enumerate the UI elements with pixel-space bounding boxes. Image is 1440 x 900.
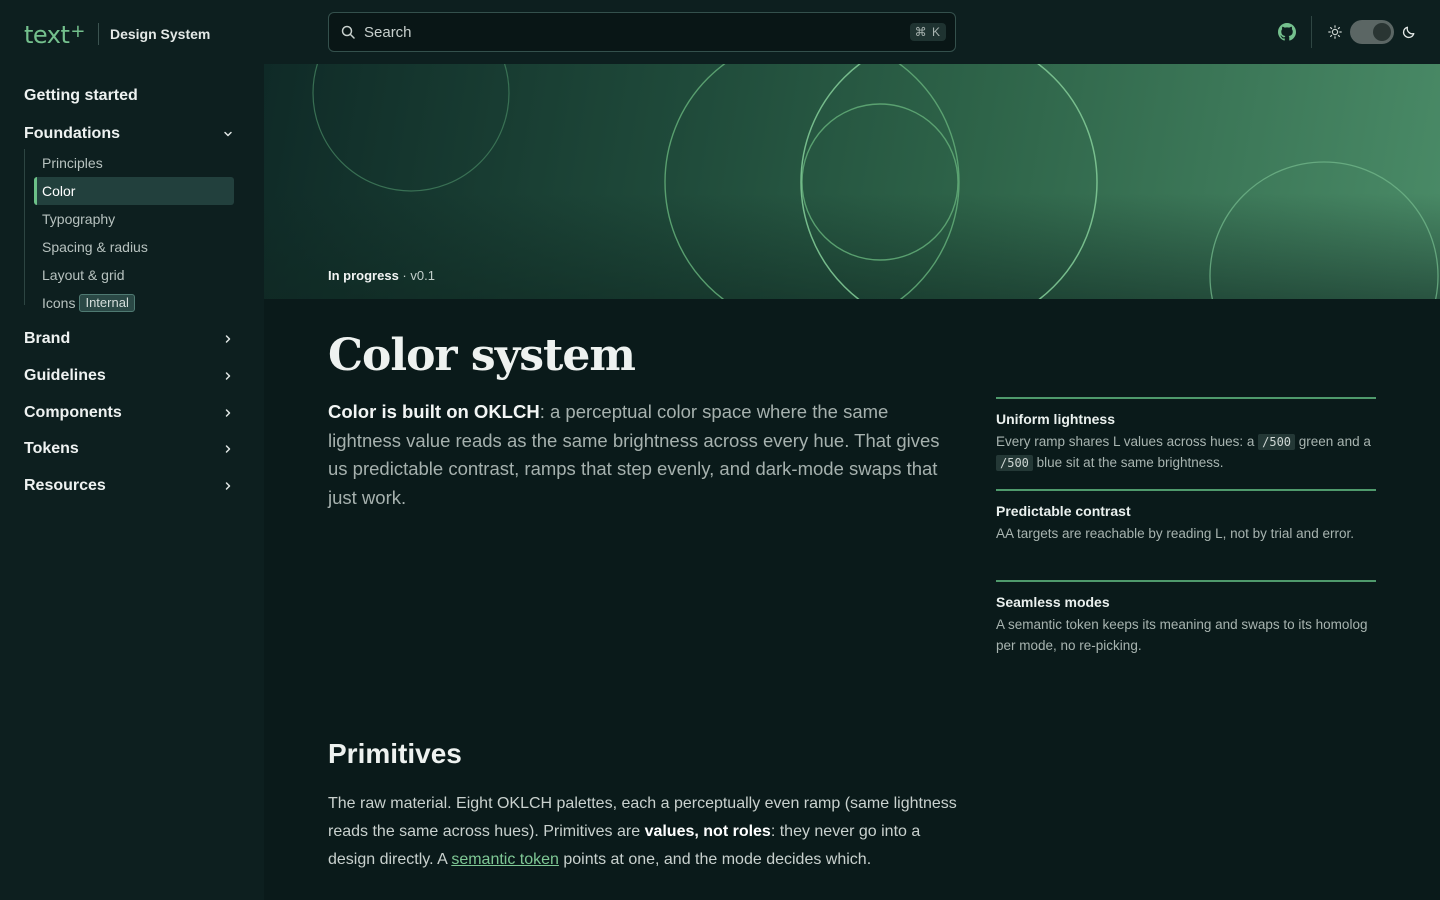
brand[interactable]: text+ Design System (24, 18, 210, 49)
sidebar-item-tokens[interactable]: Tokens (24, 438, 234, 460)
sidebar-item-label: Foundations (24, 125, 120, 142)
search-input[interactable]: Search ⌘ K (328, 12, 956, 52)
theme-toggle[interactable] (1350, 20, 1394, 44)
sidebar-item-components[interactable]: Components (24, 402, 234, 424)
status-badge: In progress · v0.1 (328, 268, 435, 283)
sidebar-item-label: Layout & grid (42, 267, 125, 283)
github-icon[interactable] (1278, 23, 1296, 41)
sidebar-item-label: Guidelines (24, 367, 106, 384)
primitives-paragraph: The raw material. Eight OKLCH palettes, … (328, 795, 957, 868)
sidebar-item-resources[interactable]: Resources (24, 475, 234, 497)
theme-toggle-knob (1373, 23, 1391, 41)
semantic-token-link[interactable]: semantic token (451, 851, 559, 868)
top-bar: text+ Design System Search ⌘ K (0, 0, 1440, 64)
feature-text: A semantic token keeps its meaning and s… (996, 617, 1368, 653)
foundations-subnav: Principles Color Typography Spacing & ra… (24, 149, 234, 312)
moon-icon (1402, 26, 1415, 39)
feature-title: Uniform lightness (996, 411, 1116, 427)
sun-icon (1328, 25, 1342, 39)
sidebar-item-label: Color (42, 183, 76, 199)
sidebar-item-brand[interactable]: Brand (24, 328, 234, 350)
sidebar-item-icons[interactable]: Icons Internal (34, 289, 234, 317)
product-name: Design System (109, 25, 211, 42)
chevron-down-icon (224, 131, 232, 137)
sidebar: Getting started Foundations Principles C… (0, 64, 264, 900)
search-icon (341, 25, 355, 39)
feature-text: AA targets are reachable by reading L, n… (996, 525, 1354, 541)
sidebar-item-getting-started[interactable]: Getting started (24, 85, 234, 107)
page-title: Color system (328, 330, 636, 381)
feature-list: Uniform lightness Every ramp shares L va… (996, 397, 1376, 672)
sidebar-item-label: Resources (24, 477, 106, 494)
sidebar-item-label: Spacing & radius (42, 239, 148, 255)
hero-circles (312, 64, 1439, 299)
chevron-right-icon (225, 335, 231, 343)
feature-text: Every ramp shares L values across hues: … (996, 434, 1371, 471)
logo[interactable]: text+ (24, 18, 85, 49)
feature-predictable-contrast: Predictable contrast AA targets are reac… (996, 488, 1376, 581)
sidebar-item-principles[interactable]: Principles (34, 149, 234, 177)
hero-banner: In progress · v0.1 (264, 64, 1440, 299)
sidebar-item-foundations[interactable]: Foundations (24, 123, 234, 145)
chevron-right-icon (225, 409, 231, 417)
internal-badge: Internal (79, 294, 135, 312)
sidebar-item-spacing-radius[interactable]: Spacing & radius (34, 233, 234, 261)
sidebar-item-label: Principles (42, 155, 103, 171)
chevron-right-icon (225, 372, 231, 380)
sidebar-item-layout-grid[interactable]: Layout & grid (34, 261, 234, 289)
section-title-primitives: Primitives (328, 738, 462, 769)
sidebar-item-typography[interactable]: Typography (34, 205, 234, 233)
feature-uniform-lightness: Uniform lightness Every ramp shares L va… (996, 397, 1376, 489)
brand-divider (97, 22, 99, 45)
sidebar-item-label: Brand (24, 330, 71, 347)
chevron-right-icon (225, 445, 231, 453)
sidebar-item-label: Components (24, 404, 122, 421)
header-divider (1311, 16, 1312, 48)
sidebar-item-label: Typography (42, 211, 116, 227)
search-shortcut: ⌘ K (909, 23, 946, 41)
sidebar-item-label: Getting started (24, 87, 138, 104)
feature-title: Seamless modes (996, 594, 1110, 610)
feature-title: Predictable contrast (996, 502, 1131, 519)
sidebar-item-guidelines[interactable]: Guidelines (24, 365, 234, 387)
sidebar-item-label: Icons (42, 295, 76, 311)
lead-paragraph: Color is built on OKLCH: a perceptual co… (328, 401, 940, 508)
search-placeholder: Search (364, 23, 412, 41)
sidebar-item-color[interactable]: Color (34, 177, 234, 205)
sidebar-item-label: Tokens (24, 440, 79, 457)
chevron-right-icon (225, 482, 231, 490)
feature-seamless-modes: Seamless modes A semantic token keeps it… (996, 580, 1376, 672)
